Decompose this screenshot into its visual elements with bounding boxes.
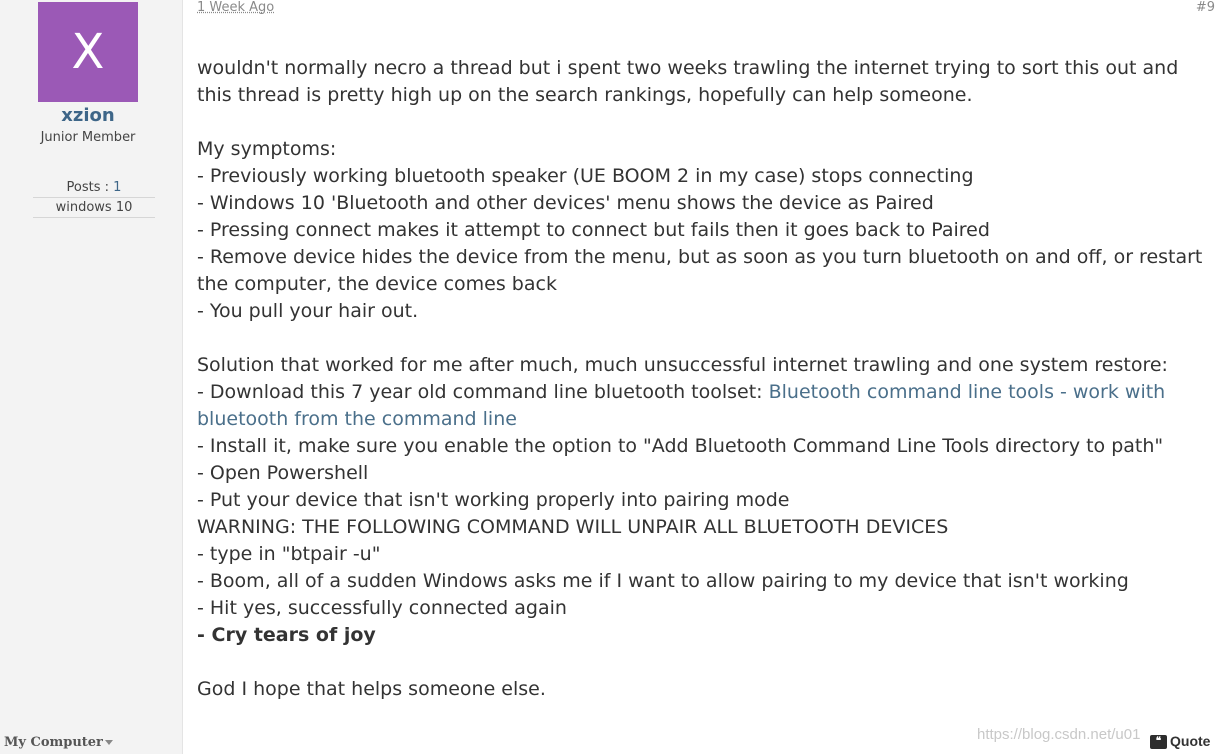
post-line: - You pull your hair out. [197,300,419,322]
post-line: - Open Powershell [197,462,369,484]
quote-label: Quote [1170,733,1211,749]
post-line: - Previously working bluetooth speaker (… [197,165,974,187]
os-stat: windows 10 [33,198,155,218]
post-line: WARNING: THE FOLLOWING COMMAND WILL UNPA… [197,516,949,538]
post-line: - Windows 10 'Bluetooth and other device… [197,192,934,214]
post-line: God I hope that helps someone else. [197,678,546,700]
post-line-bold: - Cry tears of joy [197,624,376,646]
my-computer-dropdown[interactable]: My Computer [4,735,113,750]
quote-icon: ❝ [1150,735,1167,750]
post-line-text: - Download this 7 year old command line … [197,381,769,403]
post-date: 1 Week Ago [197,0,275,15]
post-line: wouldn't normally necro a thread but i s… [197,57,1179,106]
user-stats: Posts : 1 windows 10 [33,178,155,218]
user-info-panel: X xzion Junior Member Posts : 1 windows … [0,0,183,754]
post-line: - Remove device hides the device from th… [197,246,1203,295]
post-line: - Download this 7 year old command line … [197,379,1215,433]
post-number-link[interactable]: #9 [1196,0,1215,15]
post-line: Solution that worked for me after much, … [197,354,1168,376]
post-line: - type in "btpair -u" [197,543,381,565]
forum-post: X xzion Junior Member Posts : 1 windows … [0,0,1221,754]
avatar[interactable]: X [38,2,138,102]
caret-down-icon [104,740,113,745]
post-line: - Put your device that isn't working pro… [197,489,790,511]
posts-stat: Posts : 1 [33,178,155,198]
post-line: - Pressing connect makes it attempt to c… [197,219,990,241]
posts-count-link[interactable]: 1 [113,180,121,195]
post-body: wouldn't normally necro a thread but i s… [197,55,1215,703]
quote-button[interactable]: ❝ Quote [1150,733,1211,750]
post-line: My symptoms: [197,138,337,160]
user-title: Junior Member [40,130,136,145]
posts-label: Posts : [66,180,114,195]
my-computer-label: My Computer [4,735,103,750]
post-line: - Boom, all of a sudden Windows asks me … [197,570,1129,592]
watermark: https://blog.csdn.net/u01 [977,726,1141,743]
post-line: - Hit yes, successfully connected again [197,597,567,619]
username-link[interactable]: xzion [0,105,176,126]
post-line: - Install it, make sure you enable the o… [197,435,1164,457]
